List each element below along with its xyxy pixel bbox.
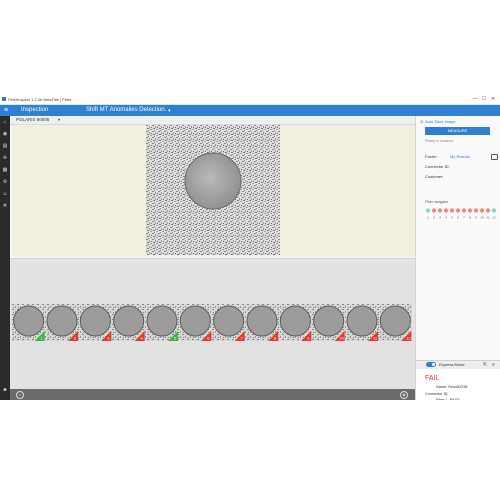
nav-settings-icon[interactable]: ⚙: [2, 179, 8, 185]
fiber-navigator-number: 9: [475, 216, 477, 220]
nav-users-icon[interactable]: ☺: [2, 191, 8, 197]
auto-save-image-link[interactable]: Auto Save Image: [425, 119, 456, 124]
function-dropdown-icon[interactable]: ▾: [168, 108, 171, 114]
fiber-navigator-number: 2: [433, 216, 435, 220]
nav-tools-icon[interactable]: ✣: [2, 155, 8, 161]
folder-icon[interactable]: [491, 154, 498, 160]
maximize-button[interactable]: ☐: [480, 96, 488, 103]
toolbar: POLARIS 60005 ▾: [10, 116, 415, 125]
fiber-navigator-dot[interactable]: [479, 208, 485, 213]
nav-reports-icon[interactable]: ▦: [2, 167, 8, 173]
strip-fiber-label: 12: [406, 336, 411, 341]
fiber-endface-image: [146, 125, 280, 255]
fiber-navigator-dot[interactable]: [467, 208, 473, 213]
menu-icon[interactable]: ≡: [492, 362, 495, 368]
fiber-navigator-number: 1: [427, 216, 429, 220]
connector-type-selector[interactable]: POLARIS 60005: [16, 117, 49, 122]
status-text: Ready to measure: [425, 139, 454, 143]
window-title: FiberInspect 1.2.4b BetaTitle | Fiber: [8, 97, 72, 102]
fiber-navigator-number: 4: [445, 216, 447, 220]
nav-inspect-icon[interactable]: ◉: [2, 131, 8, 137]
export-icon[interactable]: ⇱: [483, 362, 487, 368]
camera-icon[interactable]: ◉: [400, 391, 408, 399]
fiber-navigator-number: 12: [492, 216, 496, 220]
folder-label: Folder:: [425, 154, 438, 159]
result-line: Connector ID:: [425, 391, 449, 396]
strip-fiber-core: [179, 305, 211, 337]
fiber-navigator-dot[interactable]: [461, 208, 467, 213]
fiber-navigator-dot[interactable]: [491, 208, 497, 213]
strip-fiber-core: [246, 305, 278, 337]
save-image-icon: ◎: [420, 119, 424, 124]
express-mode-toggle[interactable]: [426, 362, 436, 367]
connector-id-label: Connector ID:: [425, 164, 450, 169]
fiber-navigator-dot[interactable]: [485, 208, 491, 213]
fiber-navigator-dot[interactable]: [437, 208, 443, 213]
fiber-navigator-dot[interactable]: [455, 208, 461, 213]
close-button[interactable]: ✕: [489, 96, 497, 103]
minimize-button[interactable]: —: [471, 96, 479, 103]
fiber-navigator-dot[interactable]: [473, 208, 479, 213]
fiber-navigator-dot[interactable]: [425, 208, 431, 213]
application-window: FiberInspect 1.2.4b BetaTitle | Fiber — …: [0, 95, 500, 400]
fiber-navigator: 1 2 3 4 5 6 7 8 9 10 11 12: [425, 208, 497, 220]
add-icon[interactable]: +: [16, 391, 24, 399]
result-line: Fiber 1: PASS: [436, 398, 460, 400]
result-verdict: FAIL: [425, 375, 440, 382]
strip-fiber-core: [79, 305, 111, 337]
fiber-navigator-number: 8: [469, 216, 471, 220]
strip-fiber-core: [146, 305, 178, 337]
fiber-navigator-number: 7: [463, 216, 465, 220]
chevron-down-icon[interactable]: ▾: [58, 117, 60, 122]
strip-fiber-label: 10: [339, 336, 344, 341]
strip-fiber-core: [13, 305, 45, 337]
strip-fiber-core: [213, 305, 245, 337]
nav-help-icon[interactable]: ✲: [2, 203, 8, 209]
left-navigation: ⌂ ◉ ▤ ✣ ▦ ⚙ ☺ ✲ ☻: [0, 116, 10, 400]
strip-fiber-core: [379, 305, 411, 337]
measure-button[interactable]: MEASURE: [425, 127, 490, 135]
fiber-image-viewer[interactable]: [12, 125, 415, 257]
section-title: Inspection: [21, 107, 49, 113]
fiber-navigator-dot[interactable]: [443, 208, 449, 213]
right-panel: ◎ Auto Save Image MEASURE Ready to measu…: [415, 116, 500, 400]
strip-fiber-core: [113, 305, 145, 337]
express-mode-label: Express Mode: [439, 362, 465, 367]
main-area: POLARIS 60005 ▾ 1 2 3 4 5 6 7 8 9 10 11 …: [10, 116, 415, 400]
folder-value-link[interactable]: My Results: [450, 154, 470, 159]
function-selector[interactable]: Shift MT Anomalies Detection.: [86, 107, 166, 113]
nav-account-icon[interactable]: ☻: [2, 387, 8, 393]
main-footer: + ◉: [10, 389, 415, 400]
fiber-navigator-number: 5: [451, 216, 453, 220]
result-line: Name: Result1298: [436, 385, 468, 389]
app-logo-icon: [2, 97, 6, 101]
fiber-navigator-number: 10: [480, 216, 484, 220]
strip-fiber-core: [346, 305, 378, 337]
strip-fiber-core: [313, 305, 345, 337]
strip-fiber-core: [46, 305, 78, 337]
nav-library-icon[interactable]: ▤: [2, 143, 8, 149]
fiber-strip-area: 1 2 3 4 5 6 7 8 9 10 11 12: [10, 261, 415, 389]
fiber-navigator-number: 6: [457, 216, 459, 220]
fiber-strip: 1 2 3 4 5 6 7 8 9 10 11 12: [12, 304, 412, 341]
fiber-navigator-title: Fiber navigator: [425, 200, 449, 204]
fiber-navigator-dot[interactable]: [431, 208, 437, 213]
result-panel: FAIL Name: Result1298 Connector ID: Fiber …: [416, 369, 500, 400]
app-bar: ≡ Inspection Shift MT Anomalies Detectio…: [0, 105, 500, 116]
fiber-navigator-number: 11: [486, 216, 489, 220]
nav-home-icon[interactable]: ⌂: [2, 119, 8, 125]
customer-label: Customer:: [425, 174, 444, 179]
fiber-navigator-number: 3: [439, 216, 441, 220]
fiber-navigator-dot[interactable]: [449, 208, 455, 213]
window-title-bar: FiberInspect 1.2.4b BetaTitle | Fiber — …: [0, 95, 500, 105]
hamburger-menu-icon[interactable]: ≡: [2, 106, 10, 115]
strip-fiber-core: [279, 305, 311, 337]
